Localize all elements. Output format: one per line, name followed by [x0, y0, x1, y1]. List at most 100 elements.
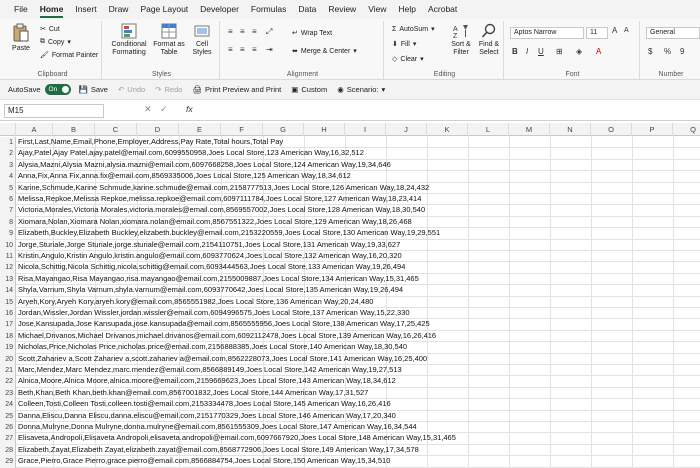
row-header[interactable]: 12	[0, 262, 16, 274]
menu-tab-formulas[interactable]: Formulas	[245, 0, 292, 19]
save-button[interactable]: 💾 Save	[79, 85, 108, 94]
table-row[interactable]: Grace,Pierro,Grace Pierro,grace.pierro@e…	[16, 456, 700, 468]
menu-tab-page-layout[interactable]: Page Layout	[134, 0, 194, 19]
table-row[interactable]: Elizabeth,Buckley,Elizabeth Buckley,eliz…	[16, 228, 700, 240]
column-header-g[interactable]: G	[263, 123, 304, 136]
table-row[interactable]: Kristin,Angulo,Kristin Angulo,kristin.an…	[16, 251, 700, 263]
menu-tab-view[interactable]: View	[362, 0, 392, 19]
column-header-k[interactable]: K	[427, 123, 468, 136]
fill-button[interactable]: ⬇ Fill ▾	[392, 40, 416, 49]
row-header[interactable]: 9	[0, 228, 16, 240]
underline-icon[interactable]: U	[538, 47, 544, 56]
cell-styles-button[interactable]: Cell Styles	[188, 23, 216, 57]
menu-tab-insert[interactable]: Insert	[69, 0, 102, 19]
format-painter-button[interactable]: 🖌 Format Painter	[40, 51, 98, 60]
font-name-dropdown[interactable]: Aptos Narrow	[510, 27, 584, 39]
table-row[interactable]: Anna,Fix,Anna Fix,anna.fix@email.com,856…	[16, 171, 700, 183]
row-header[interactable]: 14	[0, 285, 16, 297]
table-row[interactable]: Michael,Drivanos,Michael Drivanos,michae…	[16, 331, 700, 343]
increase-font-icon[interactable]: A	[612, 26, 617, 35]
row-header[interactable]: 2	[0, 148, 16, 160]
print-preview-button[interactable]: 🖨 Print Preview and Print	[192, 85, 281, 94]
column-header-i[interactable]: I	[345, 123, 386, 136]
cut-button[interactable]: ✂ Cut	[40, 25, 60, 34]
table-row[interactable]: Scott,Zahariev a,Scott Zahariev a,scott.…	[16, 354, 700, 365]
confirm-icon[interactable]: ✓	[160, 104, 168, 115]
find-select-button[interactable]: Find & Select	[476, 23, 502, 57]
menu-tab-home[interactable]: Home	[34, 0, 70, 19]
menu-tab-help[interactable]: Help	[392, 0, 421, 19]
column-header-q[interactable]: Q	[673, 123, 700, 136]
undo-button[interactable]: ↶ Undo	[118, 85, 145, 94]
table-row[interactable]: Karine,Schmude,Karine Schmude,karine.sch…	[16, 183, 700, 194]
table-row[interactable]: Aryeh,Kory,Aryeh Kory,aryeh.kory@email.c…	[16, 297, 700, 308]
column-header-d[interactable]: D	[137, 123, 179, 136]
redo-button[interactable]: ↷ Redo	[155, 85, 182, 94]
column-header-n[interactable]: N	[550, 123, 591, 136]
row-header[interactable]: 18	[0, 330, 16, 343]
column-header-p[interactable]: P	[632, 123, 673, 136]
table-row[interactable]: Alnica,Moore,Alnica Moore,alnica.moore@e…	[16, 376, 700, 388]
autosum-button[interactable]: Σ AutoSum ▾	[392, 25, 435, 34]
table-row[interactable]: Elisaveta,Andropoli,Elisaveta Andropoli,…	[16, 433, 700, 445]
autosave-toggle[interactable]: On	[44, 84, 71, 95]
table-row[interactable]: Melissa,Repkoe,Melissa Repkoe,melissa.re…	[16, 194, 700, 206]
table-row[interactable]: Marc,Mendez,Marc Mendez,marc.mendez@emai…	[16, 365, 700, 377]
row-header[interactable]: 13	[0, 273, 16, 286]
paste-button[interactable]: Paste	[8, 23, 34, 53]
table-row[interactable]: Danna,Eliscu,Danna Eliscu,danna.eliscu@e…	[16, 411, 700, 422]
row-header[interactable]: 20	[0, 353, 16, 365]
cancel-icon[interactable]: ✕	[144, 104, 152, 115]
row-header[interactable]: 26	[0, 422, 16, 434]
row-header[interactable]: 19	[0, 342, 16, 354]
column-header-m[interactable]: M	[509, 123, 550, 136]
table-row[interactable]: Shyla,Varnum,Shyla Varnum,shyla.varnum@e…	[16, 285, 700, 297]
table-row[interactable]: Victoria,Morales,Victoria Morales,victor…	[16, 205, 700, 217]
table-row[interactable]: Elizabeth,Zayat,Elizabeth Zayat,elizabet…	[16, 445, 700, 457]
italic-icon[interactable]: I	[526, 47, 528, 56]
row-header[interactable]: 28	[0, 444, 16, 457]
bold-icon[interactable]: B	[512, 47, 518, 56]
wrap-text-button[interactable]: ↵ Wrap Text	[292, 29, 332, 38]
row-header[interactable]: 29	[0, 456, 16, 468]
column-header-e[interactable]: E	[179, 123, 221, 136]
menu-tab-data[interactable]: Data	[292, 0, 322, 19]
table-row[interactable]: Alysia,Mazni,Alysia Mazni,alysia.mazni@e…	[16, 160, 700, 172]
column-header-c[interactable]: C	[95, 123, 137, 136]
row-header[interactable]: 21	[0, 365, 16, 377]
row-header[interactable]: 5	[0, 182, 16, 194]
align-bottom-icon[interactable]: ≡	[252, 27, 257, 36]
column-header-a[interactable]: A	[16, 123, 53, 136]
format-as-table-button[interactable]: Format as Table	[152, 23, 186, 57]
table-row[interactable]: Nicholas,Price,Nicholas Price,nicholas.p…	[16, 342, 700, 354]
row-header[interactable]: 7	[0, 205, 16, 217]
conditional-formatting-button[interactable]: Conditional Formatting	[108, 23, 150, 57]
indent-icon[interactable]: ⇥	[266, 45, 273, 54]
merge-center-button[interactable]: ⬌ Merge & Center ▾	[292, 47, 357, 56]
percent-icon[interactable]: %	[664, 47, 671, 56]
select-all-corner[interactable]	[0, 123, 16, 136]
scenario-dropdown[interactable]: ◉ Scenario: ▾	[337, 85, 385, 94]
row-header[interactable]: 4	[0, 171, 16, 183]
table-row[interactable]: Nicola,Schittig,Nicola Schittig,nicola.s…	[16, 262, 700, 274]
font-size-dropdown[interactable]: 11	[586, 27, 608, 39]
table-row[interactable]: First,Last,Name,Email,Phone,Employer,Add…	[16, 137, 700, 149]
align-top-icon[interactable]: ≡	[228, 27, 233, 36]
comma-icon[interactable]: 9	[680, 47, 684, 56]
align-middle-icon[interactable]: ≡	[240, 27, 245, 36]
borders-icon[interactable]: ⊞	[556, 47, 563, 56]
formula-input[interactable]	[200, 104, 696, 118]
row-header[interactable]: 16	[0, 308, 16, 320]
decrease-font-icon[interactable]: A	[624, 27, 629, 34]
row-header[interactable]: 24	[0, 399, 16, 411]
column-header-l[interactable]: L	[468, 123, 509, 136]
row-header[interactable]: 17	[0, 319, 16, 331]
menu-tab-developer[interactable]: Developer	[194, 0, 245, 19]
currency-icon[interactable]: $	[648, 47, 652, 56]
menu-tab-file[interactable]: File	[8, 0, 34, 19]
table-row[interactable]: Donna,Mulryne,Donna Mulryne,donna.mulryn…	[16, 422, 700, 434]
row-header[interactable]: 1	[0, 137, 16, 149]
table-row[interactable]: Jordan,Wissler,Jordan Wissler,jordan.wis…	[16, 308, 700, 320]
table-row[interactable]: Jorge,Sturiale,Jorge Sturiale,jorge.stur…	[16, 240, 700, 251]
row-header[interactable]: 10	[0, 239, 16, 251]
